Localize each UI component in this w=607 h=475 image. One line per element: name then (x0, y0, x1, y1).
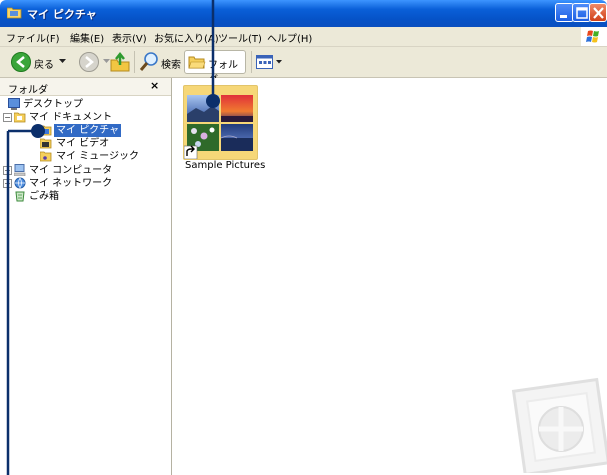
callout-marker (206, 94, 220, 108)
callout-marker (31, 124, 45, 138)
explorer-window: マイ ピクチャ ファイル(F) 編集(E) 表示(V) お気に入り(A) ツール… (0, 0, 607, 475)
callout-overlay (6, 0, 220, 475)
